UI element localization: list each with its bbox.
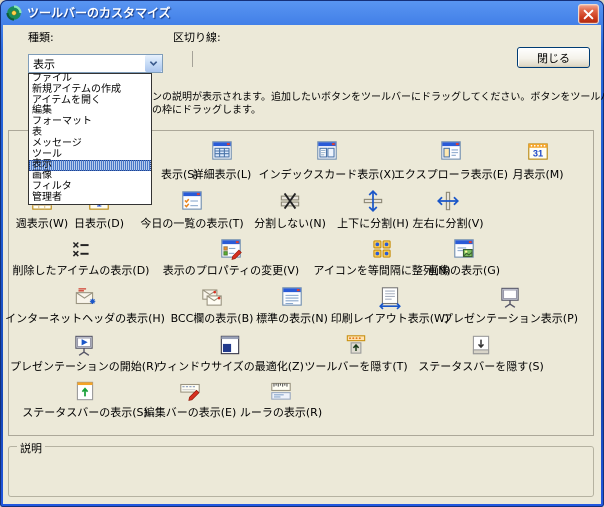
- toolbar-button-label: プレゼンテーション表示(P): [442, 310, 578, 326]
- category-label: 種類:: [28, 29, 54, 45]
- show-image-icon: [451, 236, 477, 262]
- toolbar-button-label: インターネットヘッダの表示(H): [5, 310, 165, 326]
- align-icons-icon: [369, 236, 395, 262]
- toolbar-button-label: 今日の一覧の表示(T): [140, 215, 243, 231]
- toolbar-button-label: インデックスカード表示(X): [259, 166, 396, 182]
- view-properties-icon: [218, 236, 244, 262]
- today-list-icon: [179, 188, 205, 214]
- category-dropdown[interactable]: 表示: [28, 54, 163, 73]
- close-icon[interactable]: [578, 4, 599, 24]
- titlebar[interactable]: ツールバーのカスタマイズ: [0, 0, 604, 25]
- toolbar-button-label: 表示のプロパティの変更(V): [163, 262, 299, 278]
- category-dropdown-value: 表示: [29, 56, 145, 72]
- normal-view-icon: [279, 284, 305, 310]
- explorer-view-icon: [438, 138, 464, 164]
- index-card-view-icon: [314, 138, 340, 164]
- show-statusbar-icon: [72, 378, 98, 404]
- toolbar-button-label: ステータスバーの表示(S): [22, 404, 148, 420]
- edit-bar-icon: [177, 378, 203, 404]
- toolbar-button-label: 標準の表示(N): [256, 310, 328, 326]
- toolbar-button-label: ステータスバーを隠す(S): [418, 358, 544, 374]
- print-layout-icon: [377, 284, 403, 310]
- instructions-line-2: の枠にドラッグします。: [152, 101, 261, 116]
- details-view-icon: [209, 138, 235, 164]
- description-group-legend: 説明: [17, 440, 45, 456]
- toolbar-button-label: ルーラの表示(R): [240, 404, 322, 420]
- toolbar-button-label: 日表示(D): [74, 215, 124, 231]
- split-vertical-icon: [435, 188, 461, 214]
- toolbar-button-label: 編集バーの表示(E): [144, 404, 237, 420]
- dropdown-item-6[interactable]: メッセージ: [29, 139, 151, 150]
- toolbar-button-label: エクスプローラ表示(E): [394, 166, 508, 182]
- close-button[interactable]: 閉じる: [517, 47, 590, 68]
- toolbar-button-label: 月表示(M): [512, 166, 563, 182]
- toolbar-button-label: ウィンドウサイズの最適化(Z): [156, 358, 304, 374]
- window-title: ツールバーのカスタマイズ: [27, 4, 171, 21]
- month-view-icon: 31: [525, 138, 551, 164]
- toolbar-button-label: 画像の表示(G): [428, 262, 500, 278]
- separator-label: 区切り線:: [173, 29, 221, 45]
- bcc-field-icon: [199, 284, 225, 310]
- dropdown-item-4[interactable]: フォーマット: [29, 117, 151, 128]
- description-groupbox: 説明: [8, 446, 594, 497]
- split-horizontal-icon: [360, 188, 386, 214]
- deleted-items-icon: [68, 236, 94, 262]
- internet-header-icon: [72, 284, 98, 310]
- toolbar-button-label: 上下に分割(H): [337, 215, 409, 231]
- hide-toolbar-icon: [343, 332, 369, 358]
- customize-toolbar-dialog: ツールバーのカスタマイズ 種類: 区切り線: 表示 閉じる ンの説明が表示されま…: [0, 0, 604, 507]
- toolbar-button-label: 分割しない(N): [254, 215, 326, 231]
- separator-sample-line: [192, 51, 193, 67]
- category-dropdown-list[interactable]: ファイル新規アイテムの作成アイテムを開く編集フォーマット表メッセージツール表示画…: [28, 73, 152, 205]
- ruler-view-icon: [268, 378, 294, 404]
- toolbar-button-label: ツールバーを隠す(T): [304, 358, 407, 374]
- hide-statusbar-icon: [468, 332, 494, 358]
- app-icon: [6, 5, 22, 21]
- toolbar-button-label: 週表示(W): [16, 215, 68, 231]
- toolbar-button-label: 左右に分割(V): [412, 215, 483, 231]
- presentation-view-icon: [497, 284, 523, 310]
- toolbar-button-label: プレゼンテーションの開始(R): [10, 358, 158, 374]
- svg-text:31: 31: [533, 148, 543, 158]
- toolbar-button-label: 詳細表示(L): [193, 166, 252, 182]
- chevron-down-icon[interactable]: [145, 55, 162, 72]
- toolbar-button-label: 削除したアイテムの表示(D): [13, 262, 150, 278]
- start-presentation-icon: [71, 332, 97, 358]
- dropdown-item-11[interactable]: 管理者: [29, 193, 151, 204]
- optimize-window-icon: [217, 332, 243, 358]
- dropdown-item-1[interactable]: 新規アイテムの作成: [29, 85, 151, 96]
- toolbar-button-label: BCC欄の表示(B): [171, 310, 254, 326]
- split-none-icon: [277, 188, 303, 214]
- toolbar-button-label: 印刷レイアウト表示(W): [331, 310, 449, 326]
